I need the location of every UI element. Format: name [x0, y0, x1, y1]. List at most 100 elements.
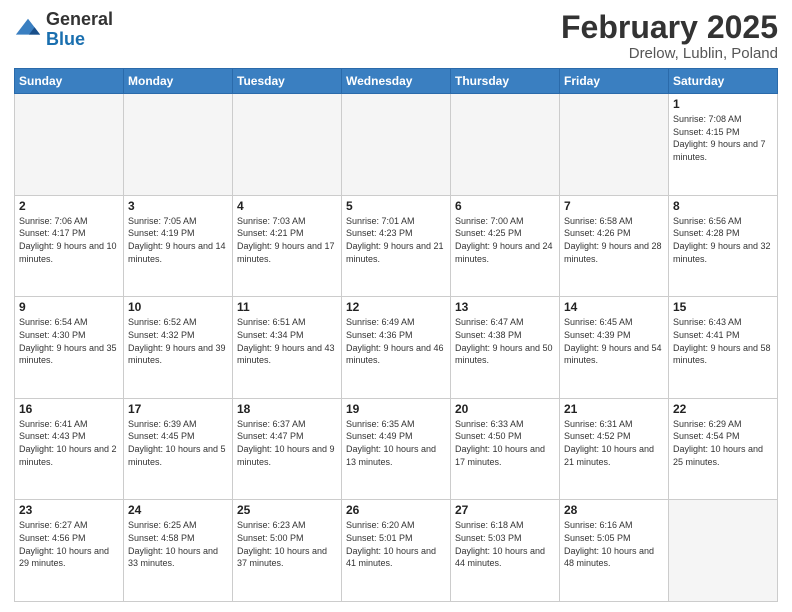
header: General Blue February 2025 Drelow, Lubli…	[14, 10, 778, 62]
day-number: 10	[128, 300, 228, 314]
calendar-cell: 18Sunrise: 6:37 AM Sunset: 4:47 PM Dayli…	[233, 398, 342, 500]
day-header-friday: Friday	[560, 69, 669, 94]
day-number: 28	[564, 503, 664, 517]
day-number: 4	[237, 199, 337, 213]
calendar-cell: 13 Sunrise: 6:47 AM Sunset: 4:38 PM Dayli…	[451, 297, 560, 399]
day-number: 24	[128, 503, 228, 517]
day-number: 14	[564, 300, 664, 314]
month-year: February 2025	[561, 10, 778, 45]
title-block: February 2025 Drelow, Lublin, Poland	[561, 10, 778, 62]
day-number: 18	[237, 402, 337, 416]
day-number: 12	[346, 300, 446, 314]
calendar-cell	[233, 94, 342, 196]
calendar-cell	[451, 94, 560, 196]
calendar-cell: 7Sunrise: 6:58 AM Sunset: 4:26 PM Daylig…	[560, 195, 669, 297]
calendar-cell	[124, 94, 233, 196]
calendar-cell: 20 Sunrise: 6:33 AM Sunset: 4:50 PM Dayli…	[451, 398, 560, 500]
logo-text: General Blue	[46, 10, 113, 50]
day-info: Sunrise: 6:16 AM Sunset: 5:05 PM Dayligh…	[564, 519, 664, 569]
calendar-cell: 12 Sunrise: 6:49 AM Sunset: 4:36 PM Dayli…	[342, 297, 451, 399]
calendar-cell: 25Sunrise: 6:23 AM Sunset: 5:00 PM Dayli…	[233, 500, 342, 602]
day-info: Sunrise: 7:01 AM Sunset: 4:23 PM Dayligh…	[346, 215, 446, 265]
day-info: Sunrise: 6:33 AM Sunset: 4:50 PM Dayligh…	[455, 418, 555, 468]
day-number: 2	[19, 199, 119, 213]
day-info: Sunrise: 7:08 AM Sunset: 4:15 PM Dayligh…	[673, 113, 773, 163]
calendar-cell: 24 Sunrise: 6:25 AM Sunset: 4:58 PM Dayli…	[124, 500, 233, 602]
calendar-cell: 19 Sunrise: 6:35 AM Sunset: 4:49 PM Dayli…	[342, 398, 451, 500]
day-info: Sunrise: 6:41 AM Sunset: 4:43 PM Dayligh…	[19, 418, 119, 468]
calendar-cell	[669, 500, 778, 602]
calendar-week-0: 1 Sunrise: 7:08 AM Sunset: 4:15 PM Daylig…	[15, 94, 778, 196]
day-header-saturday: Saturday	[669, 69, 778, 94]
day-info: Sunrise: 6:35 AM Sunset: 4:49 PM Dayligh…	[346, 418, 446, 468]
day-number: 19	[346, 402, 446, 416]
day-info: Sunrise: 6:43 AM Sunset: 4:41 PM Dayligh…	[673, 316, 773, 366]
day-number: 25	[237, 503, 337, 517]
calendar-cell: 6Sunrise: 7:00 AM Sunset: 4:25 PM Daylig…	[451, 195, 560, 297]
day-number: 11	[237, 300, 337, 314]
logo-icon	[14, 16, 42, 44]
day-info: Sunrise: 6:29 AM Sunset: 4:54 PM Dayligh…	[673, 418, 773, 468]
calendar-cell: 27 Sunrise: 6:18 AM Sunset: 5:03 PM Dayli…	[451, 500, 560, 602]
calendar-week-4: 23 Sunrise: 6:27 AM Sunset: 4:56 PM Dayli…	[15, 500, 778, 602]
calendar-cell: 26 Sunrise: 6:20 AM Sunset: 5:01 PM Dayli…	[342, 500, 451, 602]
day-header-tuesday: Tuesday	[233, 69, 342, 94]
day-info: Sunrise: 6:20 AM Sunset: 5:01 PM Dayligh…	[346, 519, 446, 569]
day-info: Sunrise: 6:25 AM Sunset: 4:58 PM Dayligh…	[128, 519, 228, 569]
day-number: 1	[673, 97, 773, 111]
day-number: 16	[19, 402, 119, 416]
calendar-cell: 2 Sunrise: 7:06 AM Sunset: 4:17 PM Daylig…	[15, 195, 124, 297]
day-info: Sunrise: 6:47 AM Sunset: 4:38 PM Dayligh…	[455, 316, 555, 366]
logo-blue: Blue	[46, 29, 85, 49]
day-info: Sunrise: 6:52 AM Sunset: 4:32 PM Dayligh…	[128, 316, 228, 366]
day-number: 27	[455, 503, 555, 517]
calendar-cell: 14 Sunrise: 6:45 AM Sunset: 4:39 PM Dayli…	[560, 297, 669, 399]
day-number: 7	[564, 199, 664, 213]
day-number: 22	[673, 402, 773, 416]
calendar-cell: 17Sunrise: 6:39 AM Sunset: 4:45 PM Dayli…	[124, 398, 233, 500]
page: General Blue February 2025 Drelow, Lubli…	[0, 0, 792, 612]
day-number: 8	[673, 199, 773, 213]
day-info: Sunrise: 6:49 AM Sunset: 4:36 PM Dayligh…	[346, 316, 446, 366]
day-number: 21	[564, 402, 664, 416]
calendar-cell: 15 Sunrise: 6:43 AM Sunset: 4:41 PM Dayli…	[669, 297, 778, 399]
day-header-wednesday: Wednesday	[342, 69, 451, 94]
calendar-table: SundayMondayTuesdayWednesdayThursdayFrid…	[14, 68, 778, 602]
day-info: Sunrise: 6:18 AM Sunset: 5:03 PM Dayligh…	[455, 519, 555, 569]
day-info: Sunrise: 6:31 AM Sunset: 4:52 PM Dayligh…	[564, 418, 664, 468]
calendar-cell: 22 Sunrise: 6:29 AM Sunset: 4:54 PM Dayli…	[669, 398, 778, 500]
day-number: 26	[346, 503, 446, 517]
day-header-thursday: Thursday	[451, 69, 560, 94]
calendar-cell: 9Sunrise: 6:54 AM Sunset: 4:30 PM Daylig…	[15, 297, 124, 399]
logo: General Blue	[14, 10, 113, 50]
calendar-week-2: 9Sunrise: 6:54 AM Sunset: 4:30 PM Daylig…	[15, 297, 778, 399]
calendar-cell	[342, 94, 451, 196]
day-header-sunday: Sunday	[15, 69, 124, 94]
day-number: 13	[455, 300, 555, 314]
day-info: Sunrise: 7:03 AM Sunset: 4:21 PM Dayligh…	[237, 215, 337, 265]
day-info: Sunrise: 6:27 AM Sunset: 4:56 PM Dayligh…	[19, 519, 119, 569]
day-number: 23	[19, 503, 119, 517]
day-number: 5	[346, 199, 446, 213]
calendar-cell: 11 Sunrise: 6:51 AM Sunset: 4:34 PM Dayli…	[233, 297, 342, 399]
day-info: Sunrise: 6:51 AM Sunset: 4:34 PM Dayligh…	[237, 316, 337, 366]
day-info: Sunrise: 6:45 AM Sunset: 4:39 PM Dayligh…	[564, 316, 664, 366]
day-info: Sunrise: 7:06 AM Sunset: 4:17 PM Dayligh…	[19, 215, 119, 265]
calendar-cell	[15, 94, 124, 196]
day-number: 9	[19, 300, 119, 314]
day-number: 3	[128, 199, 228, 213]
logo-general: General	[46, 9, 113, 29]
calendar-cell: 21 Sunrise: 6:31 AM Sunset: 4:52 PM Dayli…	[560, 398, 669, 500]
calendar-cell: 10 Sunrise: 6:52 AM Sunset: 4:32 PM Dayli…	[124, 297, 233, 399]
day-info: Sunrise: 6:39 AM Sunset: 4:45 PM Dayligh…	[128, 418, 228, 468]
calendar-header-row: SundayMondayTuesdayWednesdayThursdayFrid…	[15, 69, 778, 94]
day-number: 15	[673, 300, 773, 314]
calendar-cell: 8Sunrise: 6:56 AM Sunset: 4:28 PM Daylig…	[669, 195, 778, 297]
calendar-cell: 23 Sunrise: 6:27 AM Sunset: 4:56 PM Dayli…	[15, 500, 124, 602]
day-info: Sunrise: 7:05 AM Sunset: 4:19 PM Dayligh…	[128, 215, 228, 265]
calendar-cell: 5 Sunrise: 7:01 AM Sunset: 4:23 PM Daylig…	[342, 195, 451, 297]
calendar-cell: 4 Sunrise: 7:03 AM Sunset: 4:21 PM Daylig…	[233, 195, 342, 297]
calendar-week-1: 2 Sunrise: 7:06 AM Sunset: 4:17 PM Daylig…	[15, 195, 778, 297]
calendar-cell: 3 Sunrise: 7:05 AM Sunset: 4:19 PM Daylig…	[124, 195, 233, 297]
day-number: 20	[455, 402, 555, 416]
